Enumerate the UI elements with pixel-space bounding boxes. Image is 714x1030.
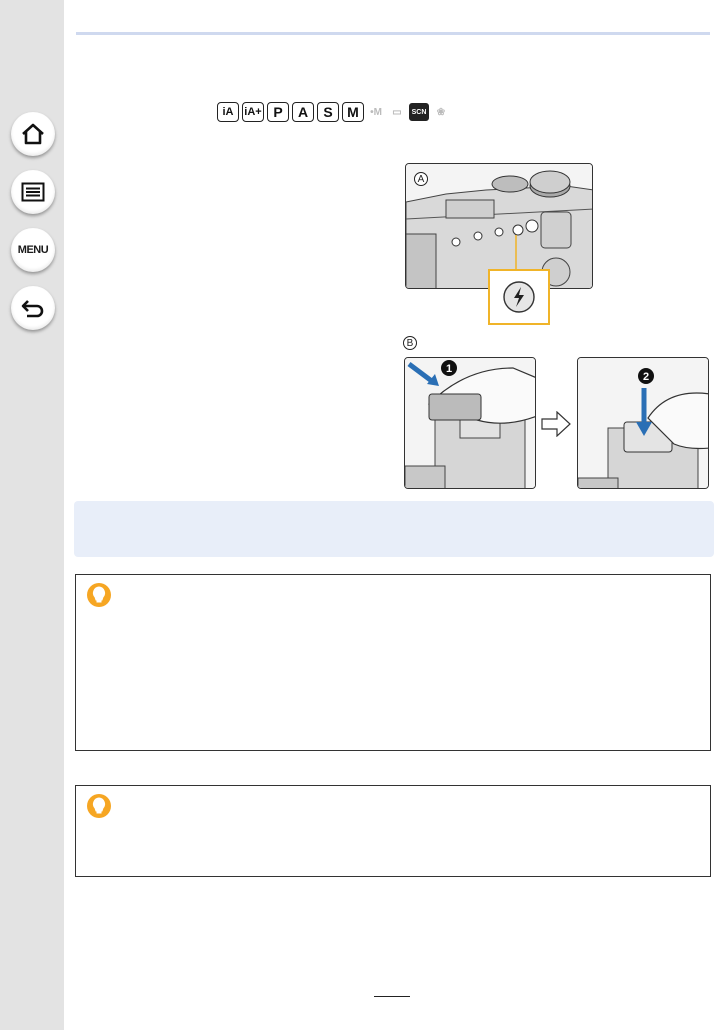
mode-intelligent-auto-icon: iA — [217, 102, 239, 122]
next-step-arrow-icon — [541, 411, 571, 437]
mode-intelligent-auto-plus-icon: iA+ — [242, 102, 264, 122]
label-a: A — [414, 172, 428, 186]
mode-scene-icon: SCN — [409, 103, 429, 121]
lightbulb-icon — [87, 583, 111, 607]
page-number-rule — [374, 996, 410, 997]
contents-button[interactable] — [11, 170, 55, 214]
step-1-label: 1 — [446, 363, 452, 375]
home-button[interactable] — [11, 112, 55, 156]
back-button[interactable] — [11, 286, 55, 330]
info-band — [74, 501, 714, 557]
tip-box-2 — [75, 785, 711, 877]
step-2-label: 2 — [643, 371, 649, 383]
lightbulb-icon — [87, 794, 111, 818]
back-arrow-icon — [21, 300, 44, 318]
label-b: B — [403, 336, 417, 350]
mode-panorama-icon: ▭ — [388, 102, 406, 122]
mode-manual-icon: M — [342, 102, 364, 122]
sidebar: MENU — [0, 0, 64, 1030]
camera-figure-b2: 2 — [577, 357, 709, 489]
mode-aperture-icon: A — [292, 102, 314, 122]
mode-creative-control-icon: ❀ — [432, 102, 450, 122]
menu-icon: MENU — [17, 244, 49, 256]
header-rule — [76, 32, 710, 35]
tip-box-1 — [75, 574, 711, 751]
flash-open-illustration: 2 — [578, 358, 708, 488]
mode-icons-row: iA iA+ P A S M •M ▭ SCN ❀ — [217, 101, 450, 123]
flash-icon — [503, 281, 535, 313]
list-icon — [21, 182, 45, 202]
camera-figure-b1: 1 — [404, 357, 536, 489]
flash-raise-illustration: 1 — [405, 358, 535, 488]
mode-creative-video-icon: •M — [367, 102, 385, 122]
flash-button-callout — [488, 269, 550, 325]
home-icon — [22, 123, 44, 145]
menu-button[interactable]: MENU — [11, 228, 55, 272]
mode-program-icon: P — [267, 102, 289, 122]
mode-shutter-icon: S — [317, 102, 339, 122]
